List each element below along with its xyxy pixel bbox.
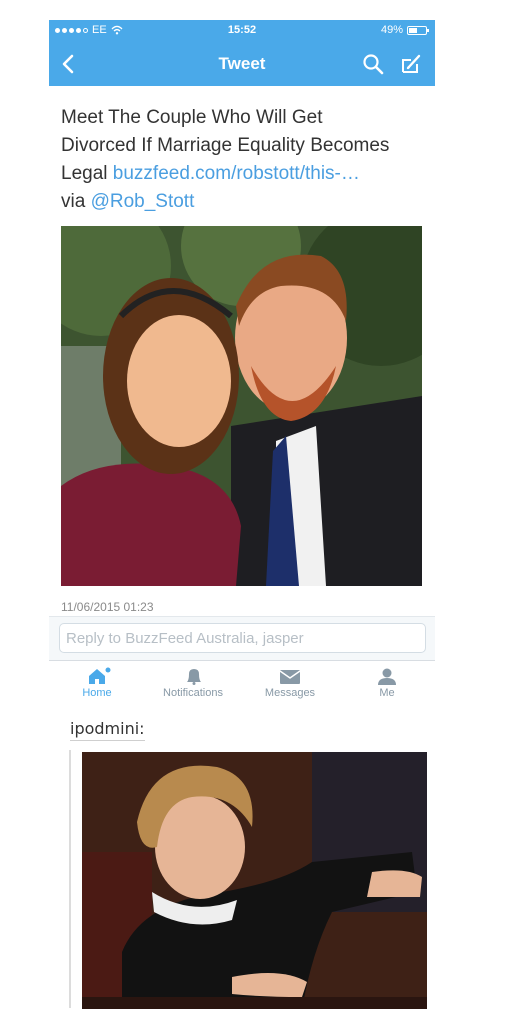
- reply-bar: Reply to BuzzFeed Australia, jasper: [49, 616, 435, 660]
- tweet-text-line: Divorced If Marriage Equality Becomes: [61, 135, 390, 156]
- tweet-text-fragment: Legal: [61, 163, 113, 184]
- tweet-text-line: Meet The Couple Who Will Get: [61, 107, 323, 128]
- tweet-screenshot: EE 15:52 49% Tweet Meet The Couple Who W…: [49, 20, 435, 705]
- status-bar: EE 15:52 49%: [49, 20, 435, 42]
- tweet-body: Meet The Couple Who Will Get Divorced If…: [61, 104, 427, 216]
- tweet-timestamp: 11/06/2015 01:23: [61, 600, 154, 614]
- status-time: 15:52: [227, 24, 257, 36]
- battery-percent: 49%: [380, 24, 403, 36]
- reblog-username[interactable]: ipodmini:: [70, 719, 145, 741]
- envelope-icon: [279, 670, 301, 684]
- person-icon: [378, 668, 396, 685]
- tab-notifications[interactable]: Notifications: [145, 661, 241, 706]
- tab-label: Me: [379, 687, 395, 699]
- couple-photo-illustration: [61, 226, 422, 586]
- judge-gif-illustration: [82, 752, 427, 1009]
- tab-bar: Home Notifications Messages Me: [49, 660, 435, 705]
- tab-me[interactable]: Me: [339, 661, 435, 706]
- tweet-text-line: Legal buzzfeed.com/robstott/this-…: [61, 160, 427, 188]
- reaction-gif[interactable]: [82, 752, 427, 1009]
- compose-icon[interactable]: [399, 52, 423, 76]
- tab-label: Home: [82, 687, 112, 699]
- tab-label: Messages: [264, 687, 316, 699]
- tweet-link[interactable]: buzzfeed.com/robstott/this-…: [113, 163, 360, 184]
- mention-link[interactable]: @Rob_Stott: [91, 191, 195, 212]
- tab-label: Notifications: [163, 687, 223, 699]
- nav-bar: Tweet: [49, 42, 435, 86]
- reply-input[interactable]: Reply to BuzzFeed Australia, jasper: [59, 623, 426, 653]
- search-icon[interactable]: [361, 52, 385, 76]
- tweet-photo[interactable]: [61, 226, 422, 586]
- battery-status: 49%: [380, 24, 429, 36]
- home-icon: [89, 667, 111, 684]
- battery-icon: [407, 25, 429, 35]
- quote-divider: [69, 750, 71, 1008]
- tab-messages[interactable]: Messages: [242, 661, 338, 706]
- tweet-text-line: via @Rob_Stott: [61, 188, 427, 216]
- bell-icon: [187, 669, 201, 685]
- tab-home[interactable]: Home: [49, 661, 145, 706]
- tweet-text-fragment: via: [61, 191, 91, 212]
